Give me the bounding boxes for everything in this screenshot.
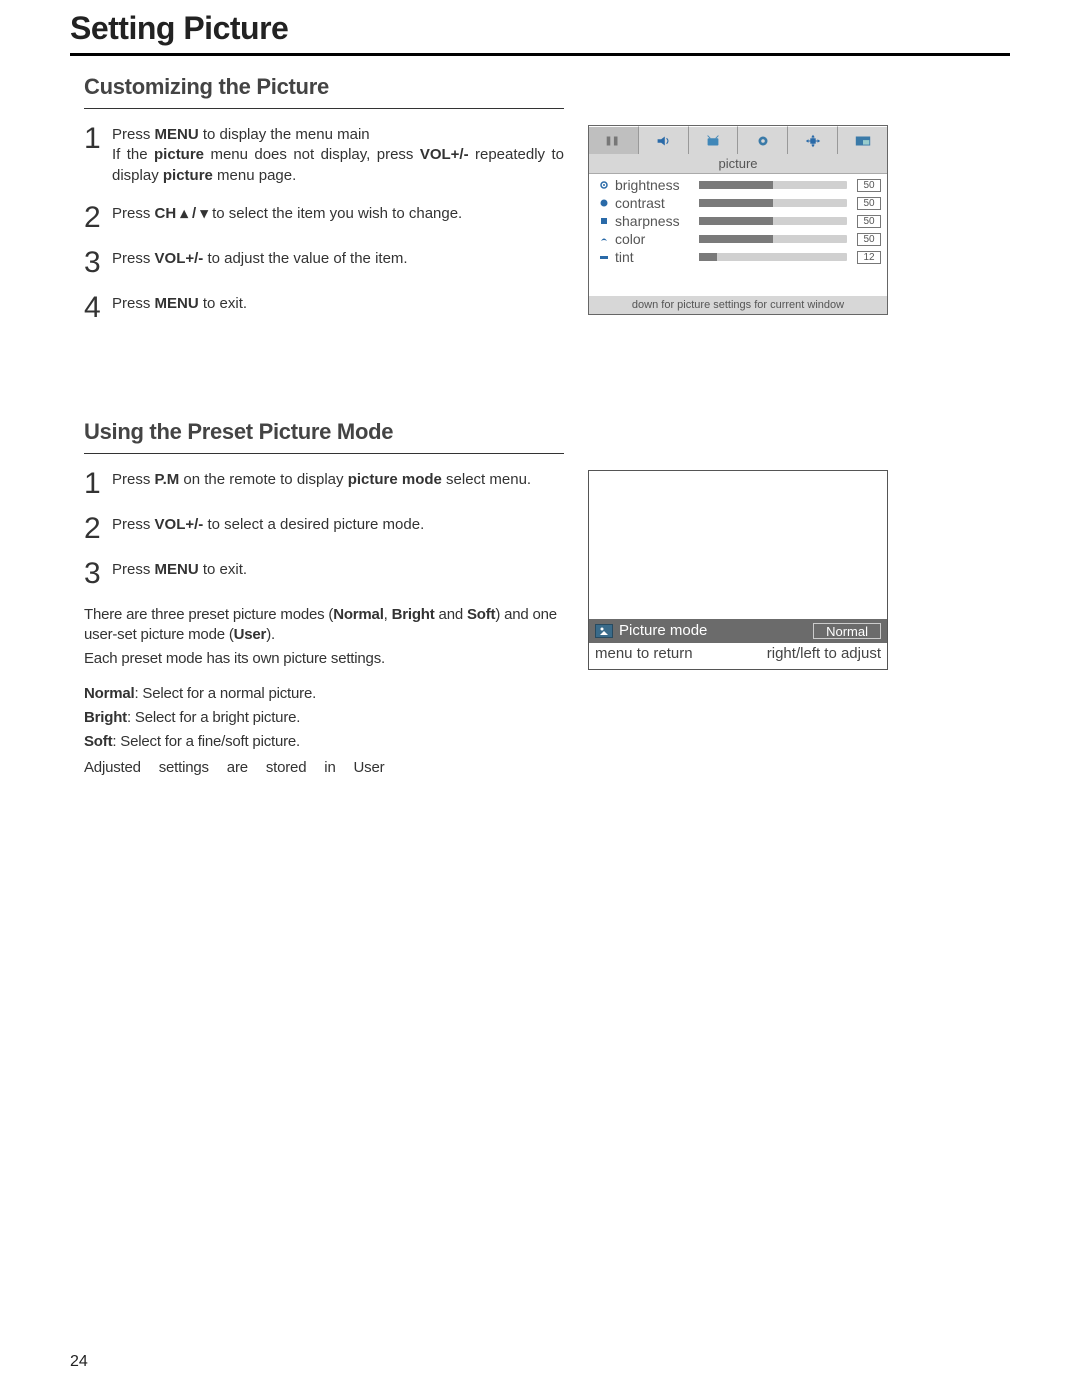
step-text: Press VOL+/- to adjust the value of the … [112,249,564,276]
row-slider [699,199,847,207]
step-number: 2 [84,515,102,542]
step-text: Press MENU to exit. [112,560,564,587]
osd-tab-sound [639,126,689,154]
step-1: 1 Press P.M on the remote to display pic… [84,470,564,497]
row-value: 50 [857,233,881,246]
instructions-preset: 1 Press P.M on the remote to display pic… [84,470,564,783]
step-4: 4 Press MENU to exit. [84,294,564,321]
row-bullet-icon [599,252,609,262]
osd-row-contrast: contrast 50 [599,194,881,212]
step-number: 3 [84,249,102,276]
osd-row-color: color 50 [599,230,881,248]
osd-tab-picture [589,126,639,154]
row-slider [699,181,847,189]
step-2: 2 Press CH ▴ / ▾ to select the item you … [84,204,564,231]
osd-picture-panel: picture brightness 50 contrast 50 sharpness 5… [588,125,888,315]
osd-row-tint: tint 12 [599,248,881,266]
osd-title: picture [589,154,887,174]
osd-row-sharpness: sharpness 50 [599,212,881,230]
picture-mode-value: Normal [813,623,881,639]
row-value: 50 [857,215,881,228]
row-label: color [615,231,693,247]
row-value: 50 [857,179,881,192]
step-number: 4 [84,294,102,321]
row-value: 12 [857,251,881,264]
step-3: 3 Press MENU to exit. [84,560,564,587]
row-bullet-icon [599,234,609,244]
osd-tabs [589,126,887,154]
sound-icon [654,134,672,148]
setup-icon [754,134,772,148]
position-icon [804,134,822,148]
row-slider [699,217,847,225]
step-text: Press VOL+/- to select a desired picture… [112,515,564,542]
step-number: 1 [84,125,102,186]
picture-mode-icon [595,624,613,638]
section-divider [84,453,564,454]
row-label: tint [615,249,693,265]
osd-tab-setup [738,126,788,154]
row-bullet-icon [599,216,609,226]
step-text: Press P.M on the remote to display pictu… [112,470,564,497]
channel-icon [704,134,722,148]
osd-row-brightness: brightness 50 [599,176,881,194]
row-label: brightness [615,177,693,193]
osd-tab-channel [689,126,739,154]
row-bullet-icon [599,180,609,190]
row-bullet-icon [599,198,609,208]
row-label: sharpness [615,213,693,229]
section-preset-title: Using the Preset Picture Mode [84,419,1010,445]
section-divider [84,108,564,109]
instructions-customizing: 1 Press MENU to display the menu main If… [84,125,564,339]
step-text: Press MENU to display the menu main If t… [112,125,564,186]
osd-tab-position [788,126,838,154]
picture-mode-bar: Picture mode Normal [589,619,887,643]
step-number: 1 [84,470,102,497]
picture-icon [604,134,622,148]
picture-mode-panel: Picture mode Normal menu to return right… [588,470,888,670]
step-2: 2 Press VOL+/- to select a desired pictu… [84,515,564,542]
pip-icon [854,134,872,148]
osd-tab-pip [838,126,887,154]
step-text: Press MENU to exit. [112,294,564,321]
page-title: Setting Picture [70,10,1010,56]
hint-menu-return: menu to return [595,645,693,662]
hint-adjust: right/left to adjust [767,645,881,662]
step-1: 1 Press MENU to display the menu main If… [84,125,564,186]
osd-footer-hint: down for picture settings for current wi… [589,296,887,314]
preset-description: There are three preset picture modes (No… [84,605,564,779]
picture-mode-label: Picture mode [619,622,707,639]
row-slider [699,235,847,243]
row-label: contrast [615,195,693,211]
row-slider [699,253,847,261]
page-number: 24 [70,1353,88,1371]
picture-mode-hints: menu to return right/left to adjust [589,643,887,662]
step-number: 3 [84,560,102,587]
section-customizing-title: Customizing the Picture [84,74,1010,100]
step-number: 2 [84,204,102,231]
row-value: 50 [857,197,881,210]
step-3: 3 Press VOL+/- to adjust the value of th… [84,249,564,276]
step-text: Press CH ▴ / ▾ to select the item you wi… [112,204,564,231]
